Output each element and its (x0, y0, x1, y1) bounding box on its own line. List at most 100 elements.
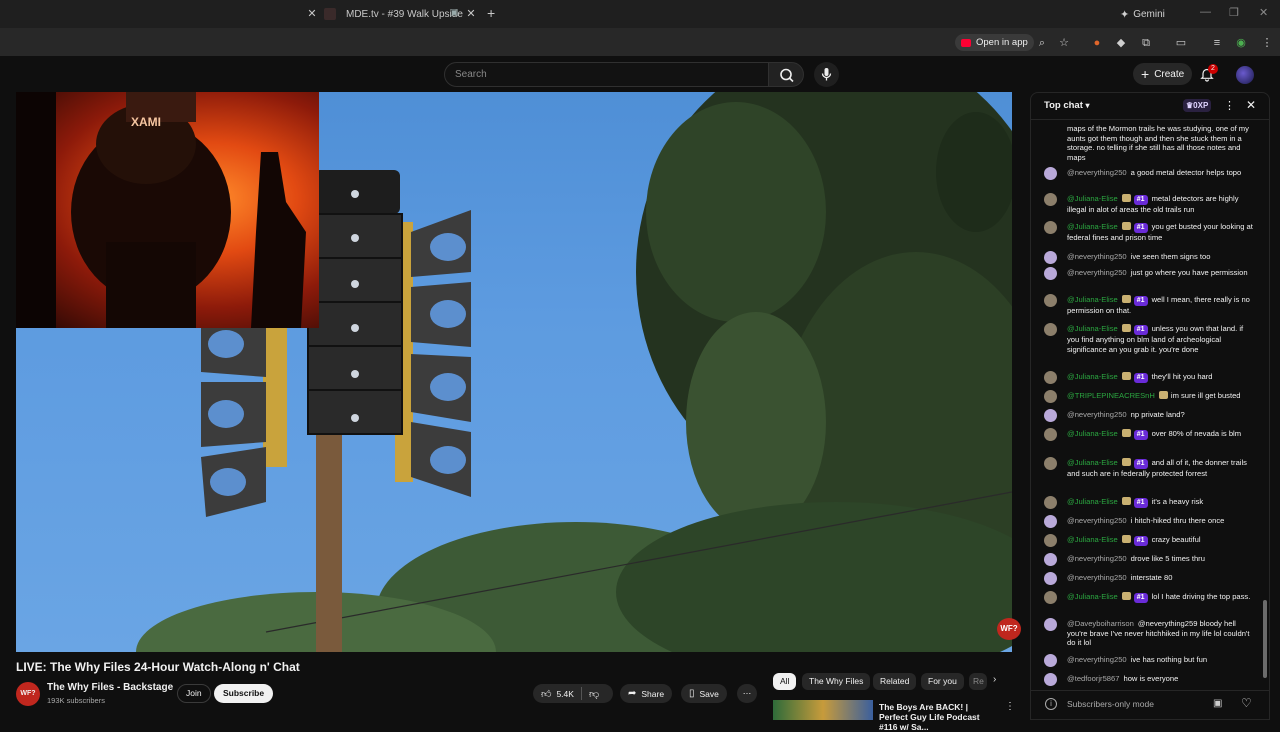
chat-author-name[interactable]: @neverything250 (1067, 252, 1127, 261)
new-tab-button[interactable]: + (487, 5, 495, 21)
chat-author-avatar[interactable] (1044, 251, 1057, 264)
profile-icon[interactable]: ◉ (1234, 36, 1248, 50)
chat-message[interactable]: @Daveyboiharrison @neverything259 bloody … (1044, 618, 1256, 648)
extensions-puzzle-icon[interactable]: ⧉ (1139, 36, 1153, 50)
create-button[interactable]: + Create (1133, 63, 1193, 85)
chat-message[interactable]: @neverything250 interstate 80 (1044, 572, 1256, 585)
chat-author-avatar[interactable] (1044, 591, 1057, 604)
chevron-right-icon[interactable]: › (993, 674, 996, 685)
chat-author-name[interactable]: @TRIPLEPINEACRESnH (1067, 391, 1155, 400)
chat-author-name[interactable]: @Juliana-Elise (1067, 458, 1118, 467)
gemini-button[interactable]: ✦ Gemini (1120, 5, 1165, 23)
chip-all[interactable]: All (773, 673, 797, 690)
chat-message[interactable]: @neverything250 drove like 5 times thru (1044, 553, 1256, 566)
close-chat-icon[interactable]: ✕ (1246, 98, 1256, 112)
chat-author-avatar[interactable] (1044, 496, 1057, 509)
chat-author-avatar[interactable] (1044, 323, 1057, 336)
chat-message[interactable]: @neverything250 ive has nothing but fun (1044, 654, 1256, 667)
tab-media-icon[interactable]: ▣ (450, 7, 459, 18)
chat-author-avatar[interactable] (1044, 457, 1057, 470)
open-in-app-button[interactable]: Open in app (955, 34, 1034, 51)
dislike-button[interactable]: 👎︎ (589, 688, 599, 700)
maximize-icon[interactable]: ❐ (1229, 6, 1239, 19)
chat-message[interactable]: @neverything250 np private land? (1044, 409, 1256, 422)
chat-author-avatar[interactable] (1044, 572, 1057, 585)
like-button[interactable]: 👍︎ 5.4K (541, 688, 574, 700)
window-close-icon[interactable]: ✕ (1259, 6, 1268, 19)
search-input[interactable]: Search (444, 62, 770, 87)
chat-author-avatar[interactable] (1044, 221, 1057, 234)
join-button[interactable]: Join (177, 684, 211, 703)
chat-author-avatar[interactable] (1044, 553, 1057, 566)
chat-message[interactable]: @neverything250 ive seen them signs too (1044, 251, 1256, 264)
chat-message[interactable]: @Juliana-Elise #1 you get busted your look… (1044, 221, 1256, 243)
channel-watermark-logo[interactable]: WF? (997, 618, 1021, 640)
chat-message[interactable]: @Juliana-Elise #1 lol I hate driving the t… (1044, 591, 1256, 604)
chat-author-name[interactable]: @neverything250 (1067, 554, 1127, 563)
chat-author-name[interactable]: @neverything250 (1067, 168, 1127, 177)
channel-name[interactable]: The Why Files - Backstage (47, 682, 173, 693)
chat-author-avatar[interactable] (1044, 428, 1057, 441)
close-tab-icon[interactable]: ✕ (464, 7, 478, 21)
minimize-icon[interactable]: — (1200, 6, 1211, 18)
info-icon[interactable]: i (1045, 698, 1057, 710)
chat-author-avatar[interactable] (1044, 673, 1057, 686)
save-button[interactable]: ▯ Save (681, 684, 727, 703)
chat-author-avatar[interactable] (1044, 167, 1057, 180)
xp-badge[interactable]: ♛0XP (1183, 99, 1212, 112)
extension-icon[interactable]: ◆ (1114, 36, 1128, 50)
zoom-icon[interactable]: ⌕ (1035, 36, 1049, 50)
more-actions-button[interactable]: ⋯ (737, 684, 757, 703)
chat-author-name[interactable]: @Juliana-Elise (1067, 372, 1118, 381)
chat-message[interactable]: @tedfoorjr5867 how is everyone (1044, 673, 1256, 686)
chip-the-why-files[interactable]: The Why Files (802, 673, 871, 690)
chat-author-name[interactable]: @Juliana-Elise (1067, 194, 1118, 203)
channel-avatar[interactable]: WF? (16, 682, 40, 706)
voice-search-button[interactable] (814, 62, 839, 87)
heart-icon[interactable]: ♡ (1241, 696, 1252, 710)
chat-author-name[interactable]: @Juliana-Elise (1067, 222, 1118, 231)
close-tab-icon[interactable]: ✕ (305, 7, 319, 21)
chat-message[interactable]: @Juliana-Elise #1 they'll hit you hard (1044, 371, 1256, 384)
chat-message[interactable]: @Juliana-Elise #1 well I mean, there reall… (1044, 294, 1256, 316)
reading-list-icon[interactable]: ≡ (1210, 36, 1224, 50)
chat-author-name[interactable]: @Juliana-Elise (1067, 295, 1118, 304)
chat-options-icon[interactable]: ⋮ (1224, 99, 1235, 112)
chat-author-avatar[interactable] (1044, 294, 1057, 307)
chat-author-name[interactable]: @Juliana-Elise (1067, 592, 1118, 601)
chat-author-name[interactable]: @Daveyboiharrison (1067, 619, 1134, 628)
chat-scrollbar[interactable] (1263, 122, 1267, 682)
chat-message[interactable]: maps of the Mormon trails he was studyin… (1044, 124, 1256, 162)
chat-author-avatar[interactable] (1044, 409, 1057, 422)
recommendation-thumbnail[interactable] (773, 700, 873, 720)
video-player[interactable]: XAMI (16, 92, 1012, 652)
chat-author-avatar[interactable] (1044, 390, 1057, 403)
recommendation-title[interactable]: The Boys Are BACK! | Perfect Guy Life Po… (879, 702, 997, 732)
chat-message[interactable]: @neverything250 just go where you have pe… (1044, 267, 1256, 280)
bookmark-star-icon[interactable]: ☆ (1057, 36, 1071, 50)
chat-author-name[interactable]: @tedfoorjr5867 (1067, 674, 1119, 683)
chat-message[interactable]: @Juliana-Elise #1 unless you own that land… (1044, 323, 1256, 354)
chat-author-name[interactable]: @Juliana-Elise (1067, 324, 1118, 333)
chat-author-avatar[interactable] (1044, 654, 1057, 667)
chat-author-avatar[interactable] (1044, 267, 1057, 280)
chip-for-you[interactable]: For you (921, 673, 964, 690)
chat-author-name[interactable]: @neverything250 (1067, 410, 1127, 419)
chat-author-avatar[interactable] (1044, 534, 1057, 547)
more-vertical-icon[interactable]: ⋮ (1005, 701, 1015, 712)
chat-author-name[interactable]: @Juliana-Elise (1067, 497, 1118, 506)
chat-message[interactable]: @Juliana-Elise #1 over 80% of nevada is bl… (1044, 428, 1256, 441)
chat-message[interactable]: @neverything250 i hitch-hiked thru there … (1044, 515, 1256, 528)
chat-message[interactable]: @TRIPLEPINEACRESnH im sure ill get busted (1044, 390, 1256, 403)
chat-message[interactable]: @Juliana-Elise #1 it's a heavy risk (1044, 496, 1256, 509)
browser-tab[interactable]: MDE.tv - #39 Walk Upside ▣ ✕ (324, 4, 500, 24)
extension-icon[interactable]: ● (1090, 36, 1104, 50)
chat-author-name[interactable]: @neverything250 (1067, 573, 1127, 582)
chat-author-name[interactable]: @neverything250 (1067, 655, 1127, 664)
chat-popout-icon[interactable]: ▣ (1213, 698, 1222, 709)
share-button[interactable]: ➦ Share (620, 684, 673, 703)
chat-message[interactable]: @Juliana-Elise #1 crazy beautiful (1044, 534, 1256, 547)
chat-author-avatar[interactable] (1044, 618, 1057, 631)
chat-author-name[interactable]: @Juliana-Elise (1067, 429, 1118, 438)
chat-author-name[interactable]: @neverything250 (1067, 268, 1127, 277)
